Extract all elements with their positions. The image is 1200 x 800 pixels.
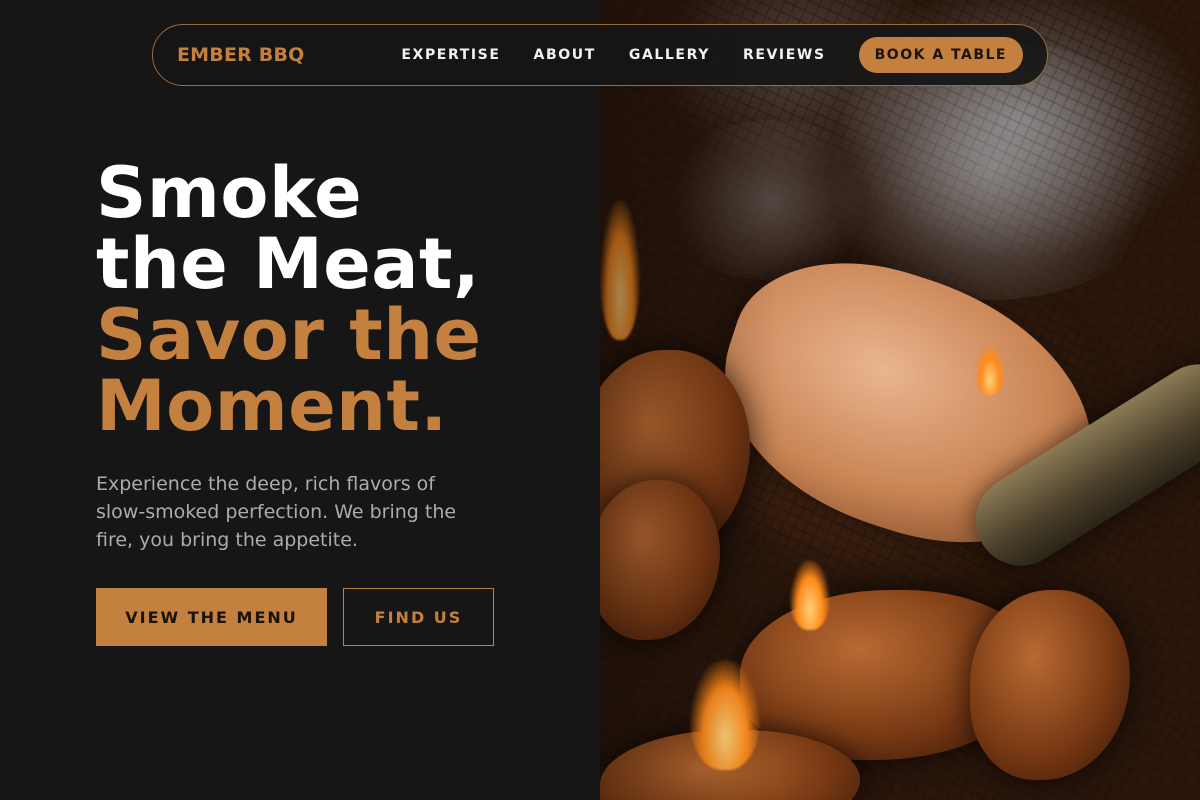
nav-link-about[interactable]: ABOUT <box>534 47 596 63</box>
find-us-button[interactable]: FIND US <box>343 588 494 646</box>
nav-links: EXPERTISE ABOUT GALLERY REVIEWS BOOK A T… <box>401 37 1023 73</box>
nav-link-expertise[interactable]: EXPERTISE <box>401 47 500 63</box>
nav-link-reviews[interactable]: REVIEWS <box>743 47 826 63</box>
view-menu-button[interactable]: VIEW THE MENU <box>96 588 327 646</box>
nav-link-gallery[interactable]: GALLERY <box>629 47 710 63</box>
hero-description: Experience the deep, rich flavors of slo… <box>96 473 457 551</box>
headline-line: the Meat, <box>96 223 481 305</box>
hero-section: Smoke the Meat, Savor the Moment. Experi… <box>96 158 566 646</box>
hero-bbq-photo <box>600 0 1200 800</box>
top-navigation: EMBER BBQ EXPERTISE ABOUT GALLERY REVIEW… <box>152 24 1048 86</box>
book-table-button[interactable]: BOOK A TABLE <box>858 37 1023 73</box>
hero-headline: Smoke the Meat, Savor the Moment. <box>96 158 566 442</box>
headline-accent-line: Savor the <box>96 294 482 376</box>
brand-logo[interactable]: EMBER BBQ <box>177 44 305 66</box>
headline-accent-line: Moment. <box>96 365 448 447</box>
photo-shade <box>600 0 1200 800</box>
headline-line: Smoke <box>96 152 363 234</box>
landing-page: EMBER BBQ EXPERTISE ABOUT GALLERY REVIEW… <box>0 0 1200 800</box>
hero-buttons: VIEW THE MENU FIND US <box>96 588 566 646</box>
